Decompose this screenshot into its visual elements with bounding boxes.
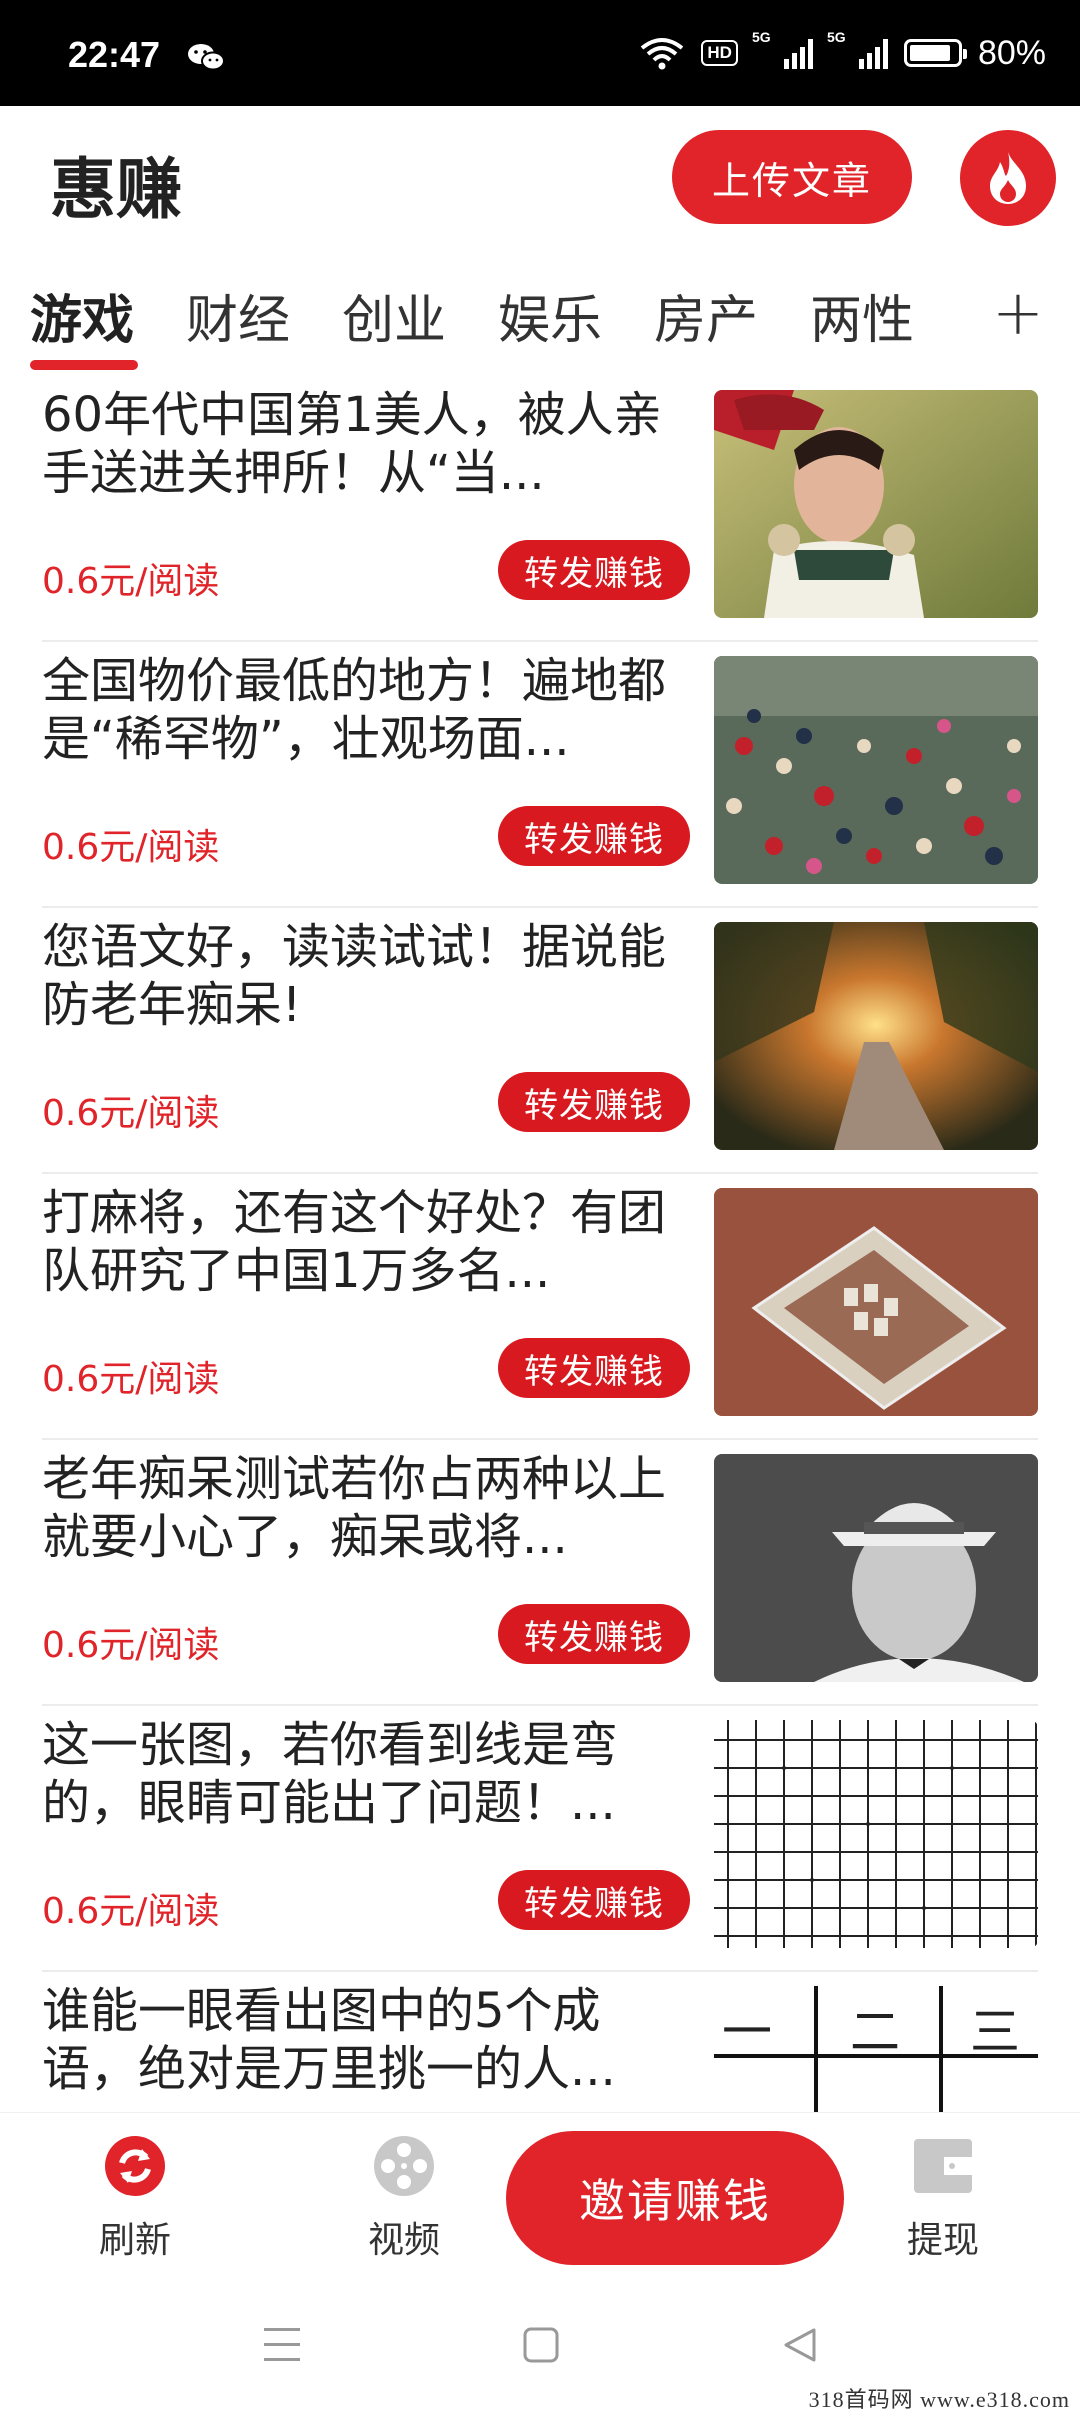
- tab-entertainment[interactable]: 娱乐: [498, 278, 602, 353]
- article-reward: 0.6元/阅读: [42, 1093, 220, 1134]
- thumb-char: 三: [970, 2003, 1020, 2061]
- battery-percent: 80%: [977, 33, 1046, 72]
- hot-button[interactable]: [960, 130, 1056, 226]
- share-earn-button[interactable]: 转发赚钱: [498, 1604, 690, 1664]
- active-tab-indicator: [30, 360, 138, 370]
- share-earn-button[interactable]: 转发赚钱: [498, 1338, 690, 1398]
- back-icon[interactable]: [780, 2326, 818, 2364]
- nav-refresh-label: 刷新: [98, 2220, 171, 2261]
- home-icon[interactable]: [522, 2326, 560, 2364]
- status-time: 22:47: [68, 34, 161, 75]
- flame-icon: [990, 152, 1026, 204]
- watermark-text: 318首码网 www.e318.com: [808, 2387, 1070, 2412]
- article-thumbnail: [714, 1188, 1038, 1416]
- menu-icon[interactable]: [262, 2326, 302, 2364]
- article-reward: 0.6元/阅读: [42, 1891, 220, 1932]
- tab-games[interactable]: 游戏: [30, 278, 134, 353]
- thumb-char: 二: [850, 2003, 900, 2061]
- share-earn-button[interactable]: 转发赚钱: [498, 1870, 690, 1930]
- article-title: 这一张图，若你看到线是弯的，眼睛可能出了问题！...: [42, 1717, 619, 1831]
- signal-5g-icon: 5G: [752, 29, 813, 69]
- refresh-icon: [105, 2136, 165, 2196]
- article-item[interactable]: 60年代中国第1美人，被人亲手送进关押所！从“当... 0.6元/阅读 转发赚钱: [42, 376, 1038, 642]
- app-header: 惠赚 上传文章: [0, 106, 1080, 256]
- article-item[interactable]: 打麻将，还有这个好处？有团队研究了中国1万多名... 0.6元/阅读 转发赚钱: [42, 1174, 1038, 1440]
- tab-startup[interactable]: 创业: [342, 278, 446, 353]
- article-thumbnail: [714, 390, 1038, 618]
- share-earn-button[interactable]: 转发赚钱: [498, 1072, 690, 1132]
- nav-withdraw[interactable]: 提现: [873, 2133, 1013, 2263]
- article-thumbnail: [714, 922, 1038, 1150]
- wechat-icon: [188, 44, 225, 71]
- article-title: 老年痴呆测试若你占两种以上就要小心了，痴呆或将...: [42, 1451, 667, 1565]
- article-title: 全国物价最低的地方！遍地都是“稀罕物”，壮观场面...: [42, 653, 667, 767]
- article-title: 您语文好，读读试试！据说能防老年痴呆!: [42, 919, 667, 1033]
- article-thumbnail: 一 二 三: [714, 1986, 1038, 2112]
- bottom-nav: 刷新 视频 邀请赚钱 提现: [0, 2112, 1080, 2283]
- hd-icon: HD: [701, 40, 738, 66]
- article-thumbnail: [714, 1454, 1038, 1682]
- tab-relationships[interactable]: 两性: [810, 278, 914, 353]
- upload-article-button[interactable]: 上传文章: [672, 130, 912, 224]
- article-reward: 0.6元/阅读: [42, 561, 220, 602]
- article-item[interactable]: 老年痴呆测试若你占两种以上就要小心了，痴呆或将... 0.6元/阅读 转发赚钱: [42, 1440, 1038, 1706]
- nav-video-label: 视频: [367, 2220, 440, 2261]
- tab-finance[interactable]: 财经: [186, 278, 290, 353]
- nav-withdraw-label: 提现: [906, 2220, 979, 2261]
- article-reward: 0.6元/阅读: [42, 827, 220, 868]
- battery-icon: [903, 39, 967, 67]
- article-thumbnail: [714, 656, 1038, 884]
- add-tab-button[interactable]: +: [992, 276, 1044, 349]
- article-item[interactable]: 您语文好，读读试试！据说能防老年痴呆! 0.6元/阅读 转发赚钱: [42, 908, 1038, 1174]
- nav-video[interactable]: 视频: [334, 2133, 474, 2263]
- invite-earn-button[interactable]: 邀请赚钱: [506, 2131, 844, 2265]
- article-item[interactable]: 这一张图，若你看到线是弯的，眼睛可能出了问题！... 0.6元/阅读 转发赚钱: [42, 1706, 1038, 1972]
- thumb-char: 一: [722, 2003, 772, 2061]
- share-earn-button[interactable]: 转发赚钱: [498, 540, 690, 600]
- article-reward: 0.6元/阅读: [42, 1359, 220, 1400]
- film-reel-icon: [374, 2136, 434, 2196]
- app-title: 惠赚: [50, 151, 182, 228]
- article-title: 打麻将，还有这个好处？有团队研究了中国1万多名...: [42, 1185, 667, 1299]
- article-title: 60年代中国第1美人，被人亲手送进关押所！从“当...: [42, 387, 662, 501]
- signal-5g-icon-2: 5G: [827, 29, 888, 69]
- nav-refresh[interactable]: 刷新: [65, 2133, 205, 2263]
- article-thumbnail: [714, 1720, 1038, 1948]
- wifi-icon: [641, 38, 684, 70]
- article-item[interactable]: 全国物价最低的地方！遍地都是“稀罕物”，壮观场面... 0.6元/阅读 转发赚钱: [42, 642, 1038, 908]
- tab-real-estate[interactable]: 房产: [654, 278, 758, 353]
- article-title: 谁能一眼看出图中的5个成语，绝对是万里挑一的人...: [42, 1983, 616, 2097]
- category-tabs: 游戏 财经 创业 娱乐 房产 两性 +: [0, 256, 1080, 376]
- share-earn-button[interactable]: 转发赚钱: [498, 806, 690, 866]
- article-reward: 0.6元/阅读: [42, 1625, 220, 1666]
- wallet-icon: [914, 2139, 972, 2193]
- status-bar: 22:47 HD 5G 5G 80%: [0, 0, 1080, 106]
